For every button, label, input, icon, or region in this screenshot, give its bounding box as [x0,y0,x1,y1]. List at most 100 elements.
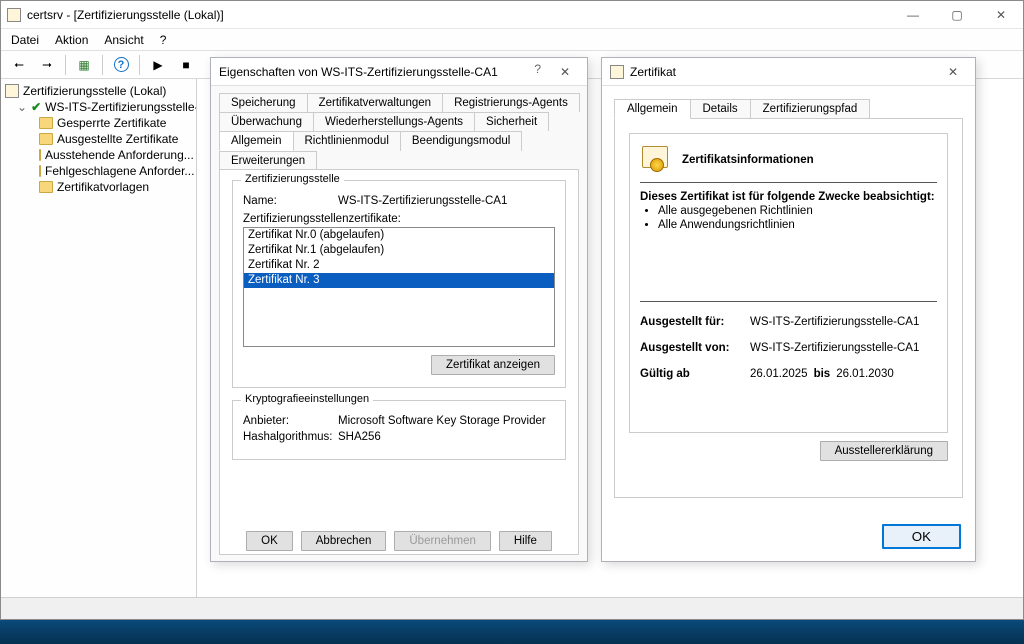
properties-close-button[interactable]: ✕ [551,62,579,82]
list-item[interactable]: Zertifikat Nr.0 (abgelaufen) [244,228,554,243]
tree-pane[interactable]: Zertifizierungsstelle (Lokal) ⌄ ✔ WS-ITS… [1,79,197,619]
valid-to-value: 26.01.2030 [836,368,894,380]
tab-ueberwachung[interactable]: Überwachung [219,112,314,131]
tree-root-label: Zertifizierungsstelle (Lokal) [23,84,166,98]
list-item[interactable]: Zertifikat Nr. 2 [244,258,554,273]
maximize-button[interactable]: ▢ [935,1,979,29]
app-icon [7,8,21,22]
tree-ca-label: WS-ITS-Zertifizierungsstelle-C... [45,100,197,114]
hash-label: Hashalgorithmus: [243,431,338,443]
certificate-ok-button[interactable]: OK [882,524,961,549]
folder-icon [39,149,41,161]
certificate-info-header: Zertifikatsinformationen [682,154,814,166]
folder-icon [39,117,53,129]
tab-zertverwaltungen[interactable]: Zertifikatverwaltungen [307,93,444,112]
valid-from-value: 26.01.2025 [750,368,808,380]
purpose-item: Alle Anwendungsrichtlinien [658,219,937,231]
tree-root[interactable]: Zertifizierungsstelle (Lokal) [1,83,196,99]
provider-value: Microsoft Software Key Storage Provider [338,415,546,427]
folder-icon [39,181,53,193]
nav-back-button[interactable]: ⭠ [7,53,31,77]
tab-sicherheit[interactable]: Sicherheit [474,112,549,131]
issued-by-label: Ausgestellt von: [640,342,750,354]
tree-item-pending[interactable]: Ausstehende Anforderung... [1,147,196,163]
properties-tab-body: Zertifizierungsstelle Name: WS-ITS-Zerti… [219,169,579,555]
properties-button[interactable]: ▦ [72,53,96,77]
help-icon: ? [114,57,129,72]
tab-speicherung[interactable]: Speicherung [219,93,308,112]
hash-value: SHA256 [338,431,381,443]
tree-item-label: Zertifikatvorlagen [57,180,149,194]
toolbar-separator [102,55,103,75]
chevron-down-icon[interactable]: ⌄ [17,100,27,114]
provider-label: Anbieter: [243,415,338,427]
list-item-selected[interactable]: Zertifikat Nr. 3 [244,273,554,288]
play-button[interactable]: ▶ [146,53,170,77]
group-ca-legend: Zertifizierungsstelle [241,173,344,185]
certificate-close-button[interactable]: ✕ [939,62,967,82]
menubar: Datei Aktion Ansicht ? [1,29,1023,51]
titlebar[interactable]: certsrv - [Zertifizierungsstelle (Lokal)… [1,1,1023,29]
name-label: Name: [243,195,338,207]
tab-richtlinienmodul[interactable]: Richtlinienmodul [293,131,401,151]
tab-allgemein[interactable]: Allgemein [219,131,294,151]
properties-button-row: OK Abbrechen Übernehmen Hilfe [211,531,587,551]
valid-to-label: bis [814,368,831,380]
tree-ca[interactable]: ⌄ ✔ WS-ITS-Zertifizierungsstelle-C... [1,99,196,115]
close-button[interactable]: ✕ [979,1,1023,29]
apply-button[interactable]: Übernehmen [394,531,490,551]
cert-tab-details[interactable]: Details [690,99,751,119]
list-item[interactable]: Zertifikat Nr.1 (abgelaufen) [244,243,554,258]
help-button[interactable]: ? [109,53,133,77]
context-help-button[interactable]: ? [534,62,541,82]
cert-list-label: Zertifizierungsstellenzertifikate: [243,213,555,225]
properties-tabstrip: Speicherung Zertifikatverwaltungen Regis… [211,86,587,169]
help-button[interactable]: Hilfe [499,531,552,551]
purpose-item: Alle ausgegebenen Richtlinien [658,205,937,217]
properties-title: Eigenschaften von WS-ITS-Zertifizierungs… [219,65,498,79]
certificate-tabstrip: Allgemein Details Zertifizierungspfad [614,98,963,118]
tab-erweiterungen[interactable]: Erweiterungen [219,151,317,170]
name-value: WS-ITS-Zertifizierungsstelle-CA1 [338,195,507,207]
folder-icon [39,165,41,177]
properties-titlebar[interactable]: Eigenschaften von WS-ITS-Zertifizierungs… [211,58,587,86]
properties-dialog: Eigenschaften von WS-ITS-Zertifizierungs… [210,57,588,562]
certificate-icon [610,65,624,79]
menu-help[interactable]: ? [160,33,167,47]
separator [640,301,937,302]
tree-item-issued[interactable]: Ausgestellte Zertifikate [1,131,196,147]
tree-item-revoked[interactable]: Gesperrte Zertifikate [1,115,196,131]
tree-item-label: Ausgestellte Zertifikate [57,132,178,146]
tree-item-label: Fehlgeschlagene Anforder... [45,164,194,178]
tab-wiederherstellungs-agents[interactable]: Wiederherstellungs-Agents [313,112,475,131]
issued-by-value: WS-ITS-Zertifizierungsstelle-CA1 [750,342,919,354]
ca-cert-listbox[interactable]: Zertifikat Nr.0 (abgelaufen) Zertifikat … [243,227,555,347]
cert-tab-zertpfad[interactable]: Zertifizierungspfad [750,99,871,119]
toolbar-separator [65,55,66,75]
tree-item-templates[interactable]: Zertifikatvorlagen [1,179,196,195]
purpose-intro: Dieses Zertifikat ist für folgende Zweck… [640,191,935,203]
cancel-button[interactable]: Abbrechen [301,531,387,551]
menu-datei[interactable]: Datei [11,33,39,47]
menu-ansicht[interactable]: Ansicht [104,33,143,47]
certificate-dialog: Zertifikat ✕ Allgemein Details Zertifizi… [601,57,976,562]
tree-item-failed[interactable]: Fehlgeschlagene Anforder... [1,163,196,179]
ok-button[interactable]: OK [246,531,293,551]
group-ca: Zertifizierungsstelle Name: WS-ITS-Zerti… [232,180,566,388]
group-crypto: Kryptografieeinstellungen Anbieter: Micr… [232,400,566,460]
group-crypto-legend: Kryptografieeinstellungen [241,393,373,405]
toolbar-separator [139,55,140,75]
cert-tab-allgemein[interactable]: Allgemein [614,99,691,119]
nav-forward-button[interactable]: ⭢ [35,53,59,77]
tab-beendigungsmodul[interactable]: Beendigungsmodul [400,131,522,151]
taskbar[interactable] [0,620,1024,644]
minimize-button[interactable]: — [891,1,935,29]
issued-to-value: WS-ITS-Zertifizierungsstelle-CA1 [750,316,919,328]
menu-aktion[interactable]: Aktion [55,33,88,47]
certificate-titlebar[interactable]: Zertifikat ✕ [602,58,975,86]
issuer-statement-button[interactable]: Ausstellererklärung [820,441,948,461]
tab-registrierungs-agents[interactable]: Registrierungs-Agents [442,93,580,112]
stop-button[interactable]: ■ [174,53,198,77]
statusbar [1,597,1023,619]
view-certificate-button[interactable]: Zertifikat anzeigen [431,355,555,375]
